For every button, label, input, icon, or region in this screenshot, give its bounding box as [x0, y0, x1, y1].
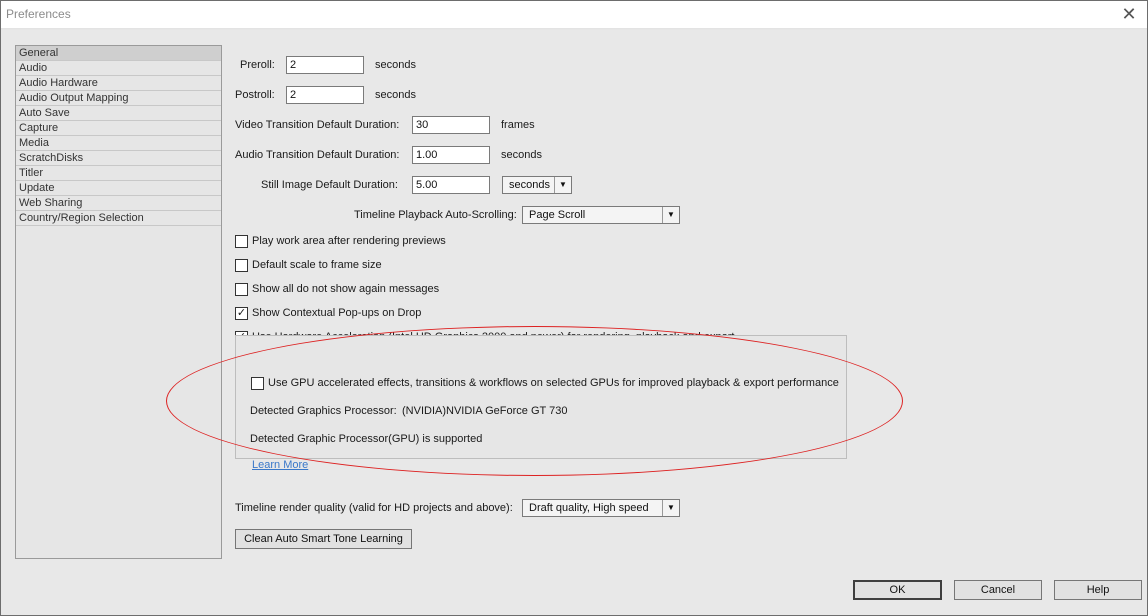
postroll-unit: seconds	[375, 89, 416, 101]
render-quality-label: Timeline render quality (valid for HD pr…	[235, 502, 513, 514]
dialog-body: General Audio Audio Hardware Audio Output M…	[1, 30, 1147, 615]
chevron-down-icon: ▼	[662, 207, 679, 223]
chevron-down-icon: ▼	[554, 177, 571, 193]
still-image-unit-select[interactable]: seconds ▼	[502, 176, 572, 194]
preroll-unit: seconds	[375, 59, 416, 71]
checkbox-label: Play work area after rendering previews	[252, 235, 446, 247]
checkbox-box[interactable]	[235, 259, 248, 272]
sidebar-item[interactable]: Country/Region Selection	[16, 211, 221, 226]
sidebar-item[interactable]: Web Sharing	[16, 196, 221, 211]
checkbox-box[interactable]	[235, 235, 248, 248]
preroll-input[interactable]	[286, 56, 364, 74]
sidebar-item[interactable]: Update	[16, 181, 221, 196]
video-transition-label: Video Transition Default Duration:	[235, 119, 400, 131]
still-image-label: Still Image Default Duration:	[261, 179, 398, 191]
audio-transition-unit: seconds	[501, 149, 542, 161]
learn-more-link[interactable]: Learn More	[252, 459, 308, 471]
video-transition-unit: frames	[501, 119, 535, 131]
render-quality-select[interactable]: Draft quality, High speed ▼	[522, 499, 680, 517]
timeline-scroll-value: Page Scroll	[529, 209, 586, 221]
cancel-button[interactable]: Cancel	[954, 580, 1042, 600]
sidebar-item[interactable]: ScratchDisks	[16, 151, 221, 166]
preferences-dialog: Preferences ✕ General Audio Audio Hardware…	[0, 0, 1148, 616]
sidebar-item[interactable]: Titler	[16, 166, 221, 181]
help-button[interactable]: Help	[1054, 580, 1142, 600]
detected-gpu-label: Detected Graphics Processor:	[250, 405, 397, 417]
clean-smart-tone-button[interactable]: Clean Auto Smart Tone Learning	[235, 529, 412, 549]
postroll-label: Postroll:	[235, 89, 275, 101]
checkbox-box[interactable]	[251, 377, 264, 390]
checkbox-box[interactable]	[235, 283, 248, 296]
render-quality-value: Draft quality, High speed	[529, 502, 649, 514]
preroll-label: Preroll:	[240, 59, 275, 71]
ok-button[interactable]: OK	[853, 580, 942, 600]
sidebar-item[interactable]: Auto Save	[16, 106, 221, 121]
still-image-input[interactable]	[412, 176, 490, 194]
timeline-scroll-select[interactable]: Page Scroll ▼	[522, 206, 680, 224]
chevron-down-icon: ▼	[662, 500, 679, 516]
postroll-input[interactable]	[286, 86, 364, 104]
timeline-scroll-label: Timeline Playback Auto-Scrolling:	[354, 209, 517, 221]
sidebar-item[interactable]: Audio Output Mapping	[16, 91, 221, 106]
audio-transition-label: Audio Transition Default Duration:	[235, 149, 400, 161]
sidebar-item[interactable]: Audio	[16, 61, 221, 76]
category-list: General Audio Audio Hardware Audio Output M…	[15, 45, 222, 559]
detected-gpu-value: (NVIDIA)NVIDIA GeForce GT 730	[402, 405, 568, 417]
checkbox-label: Use GPU accelerated effects, transitions…	[268, 377, 839, 389]
still-image-unit-value: seconds	[509, 179, 550, 191]
sidebar-item[interactable]: Audio Hardware	[16, 76, 221, 91]
close-icon[interactable]: ✕	[1117, 3, 1141, 25]
video-transition-input[interactable]	[412, 116, 490, 134]
sidebar-item[interactable]: Capture	[16, 121, 221, 136]
window-title: Preferences	[6, 7, 71, 21]
checkbox-label: Default scale to frame size	[252, 259, 382, 271]
sidebar-item[interactable]: General	[16, 46, 221, 61]
checkbox-label: Show Contextual Pop-ups on Drop	[252, 307, 422, 319]
checkbox-label: Show all do not show again messages	[252, 283, 440, 295]
sidebar-item[interactable]: Media	[16, 136, 221, 151]
title-bar: Preferences ✕	[1, 1, 1147, 29]
checkmark-icon[interactable]: ✓	[235, 307, 248, 320]
gpu-supported-text: Detected Graphic Processor(GPU) is suppo…	[250, 433, 483, 445]
audio-transition-input[interactable]	[412, 146, 490, 164]
